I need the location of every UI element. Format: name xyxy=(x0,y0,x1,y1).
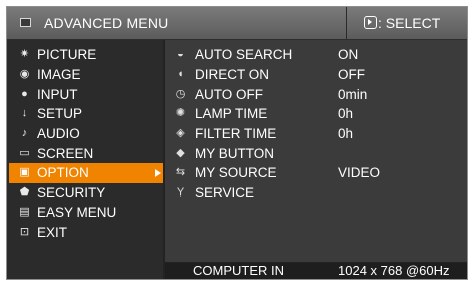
picture-icon: ✷ xyxy=(19,48,30,60)
option-label: LAMP TIME xyxy=(195,106,268,121)
option-my-source[interactable]: ⇆ MY SOURCE VIDEO xyxy=(165,163,467,183)
service-icon: Ỵ xyxy=(176,186,185,198)
audio-icon: ♪ xyxy=(21,127,28,139)
status-footer: COMPUTER IN 1024 x 768 @60Hz xyxy=(165,263,467,279)
image-icon: ◉ xyxy=(19,68,30,80)
menu-item-option[interactable]: ▣ OPTION xyxy=(9,163,163,183)
direct-on-icon: ◖ xyxy=(177,68,184,80)
submenu-arrow-icon xyxy=(155,169,161,177)
left-menu: ✷ PICTURE ◉ IMAGE ● INPUT ↓ SETUP ♪ AUDIO ▭ SCREEN ▣… xyxy=(7,40,163,279)
header-divider xyxy=(346,7,347,39)
option-service[interactable]: Ỵ SERVICE xyxy=(165,183,467,203)
auto-off-icon: ◷ xyxy=(175,88,186,100)
option-label: DIRECT ON xyxy=(195,67,270,82)
menu-item-easy-menu[interactable]: ▤ EASY MENU xyxy=(9,203,163,223)
option-icon: ▣ xyxy=(19,166,30,178)
menu-item-label: SETUP xyxy=(37,106,83,121)
auto-search-icon: ◒ xyxy=(177,48,184,60)
option-value: VIDEO xyxy=(338,165,381,180)
menu-icon xyxy=(20,18,31,27)
option-value: 0h xyxy=(338,106,354,121)
my-button-icon: ◆ xyxy=(176,147,185,159)
lamp-time-icon: ✺ xyxy=(175,107,186,119)
menu-item-label: PICTURE xyxy=(37,47,97,62)
filter-time-icon: ◈ xyxy=(176,127,185,139)
select-button-icon xyxy=(364,16,377,29)
exit-icon: ⊡ xyxy=(19,226,30,238)
menu-item-setup[interactable]: ↓ SETUP xyxy=(9,104,163,124)
signal-resolution: 1024 x 768 @60Hz xyxy=(338,263,450,278)
option-my-button[interactable]: ◆ MY BUTTON xyxy=(165,144,467,164)
menu-item-picture[interactable]: ✷ PICTURE xyxy=(9,45,163,65)
menu-item-exit[interactable]: ⊡ EXIT xyxy=(9,223,163,243)
option-label: MY SOURCE xyxy=(195,165,277,180)
menu-item-label: SECURITY xyxy=(37,185,106,200)
menu-item-audio[interactable]: ♪ AUDIO xyxy=(9,124,163,144)
option-filter-time[interactable]: ◈ FILTER TIME 0h xyxy=(165,124,467,144)
menu-item-input[interactable]: ● INPUT xyxy=(9,85,163,105)
menu-item-label: EXIT xyxy=(37,225,68,240)
menu-item-label: IMAGE xyxy=(37,67,81,82)
menu-header: ADVANCED MENU : SELECT xyxy=(7,7,467,40)
option-value: 0h xyxy=(338,126,354,141)
menu-item-label: OPTION xyxy=(37,165,89,180)
option-label: MY BUTTON xyxy=(195,146,275,161)
option-lamp-time[interactable]: ✺ LAMP TIME 0h xyxy=(165,104,467,124)
input-source: COMPUTER IN xyxy=(193,263,284,278)
easy-menu-icon: ▤ xyxy=(19,206,30,218)
option-direct-on[interactable]: ◖ DIRECT ON OFF xyxy=(165,65,467,85)
option-value: 0min xyxy=(338,87,368,102)
option-auto-off[interactable]: ◷ AUTO OFF 0min xyxy=(165,85,467,105)
menu-item-label: AUDIO xyxy=(37,126,80,141)
menu-item-security[interactable]: ⬟ SECURITY xyxy=(9,183,163,203)
option-auto-search[interactable]: ◒ AUTO SEARCH ON xyxy=(165,45,467,65)
select-hint: : SELECT xyxy=(378,15,441,31)
option-value: OFF xyxy=(338,67,365,82)
option-label: AUTO OFF xyxy=(195,87,264,102)
option-label: FILTER TIME xyxy=(195,126,277,141)
option-submenu: ◒ AUTO SEARCH ON ◖ DIRECT ON OFF ◷ AUTO OFF 0min… xyxy=(165,40,467,262)
menu-item-screen[interactable]: ▭ SCREEN xyxy=(9,144,163,164)
menu-item-image[interactable]: ◉ IMAGE xyxy=(9,65,163,85)
option-label: AUTO SEARCH xyxy=(195,47,293,62)
option-label: SERVICE xyxy=(195,185,255,200)
my-source-icon: ⇆ xyxy=(175,166,186,178)
input-icon: ● xyxy=(21,88,28,100)
advanced-menu-window: ADVANCED MENU : SELECT ✷ PICTURE ◉ IMAGE ● IN… xyxy=(6,6,468,280)
menu-item-label: SCREEN xyxy=(37,146,94,161)
setup-icon: ↓ xyxy=(21,107,28,119)
menu-title: ADVANCED MENU xyxy=(44,15,169,31)
security-icon: ⬟ xyxy=(19,186,30,198)
screen-icon: ▭ xyxy=(19,147,30,159)
option-value: ON xyxy=(338,47,359,62)
menu-item-label: INPUT xyxy=(37,87,78,102)
menu-item-label: EASY MENU xyxy=(37,205,117,220)
